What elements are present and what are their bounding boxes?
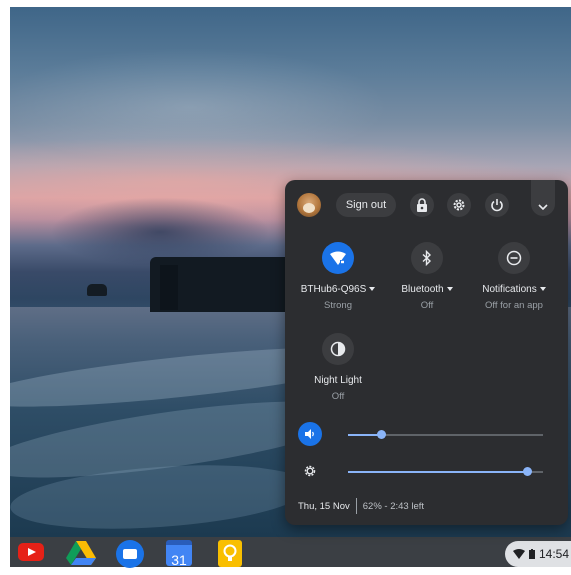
google-drive-icon[interactable]: [66, 540, 96, 566]
clock-time: 14:54: [539, 547, 570, 561]
calendar-icon[interactable]: 31: [166, 540, 192, 568]
network-label[interactable]: BTHub6-Q96S: [293, 284, 383, 295]
wifi-status-icon: [513, 549, 525, 559]
status-tray[interactable]: 14:54: [505, 541, 571, 567]
bluetooth-label[interactable]: Bluetooth: [382, 284, 472, 295]
bluetooth-toggle[interactable]: [411, 242, 443, 274]
notifications-toggle[interactable]: [498, 242, 530, 274]
brightness-slider-thumb[interactable]: [523, 467, 532, 476]
night-light-icon: [330, 341, 346, 357]
volume-slider-thumb[interactable]: [377, 430, 386, 439]
night-light-pod[interactable]: Night Light Off: [293, 333, 383, 402]
chevron-down-icon: [538, 204, 548, 210]
night-light-label: Night Light: [314, 375, 362, 386]
wallpaper-rock: [87, 284, 107, 296]
sign-out-button[interactable]: Sign out: [336, 193, 396, 217]
volume-mute-button[interactable]: [298, 422, 322, 446]
notifications-label[interactable]: Notifications: [469, 284, 559, 295]
network-pod[interactable]: BTHub6-Q96S Strong: [293, 242, 383, 311]
caret-down-icon: [446, 287, 453, 292]
youtube-icon[interactable]: [18, 543, 44, 561]
night-light-toggle[interactable]: [322, 333, 354, 365]
wallpaper-cliff-edge: [160, 265, 178, 310]
keep-icon[interactable]: [218, 540, 242, 567]
lock-button[interactable]: [410, 193, 434, 217]
avatar[interactable]: [297, 193, 321, 217]
settings-button[interactable]: [447, 193, 471, 217]
files-icon[interactable]: [116, 540, 144, 568]
panel-footer: Thu, 15 Nov 62% - 2:43 left: [298, 498, 424, 514]
volume-icon: [305, 429, 314, 439]
quick-settings-panel: Sign out BTHub6-Q96S Strong Bluetooth Of…: [285, 180, 568, 525]
calendar-day: 31: [171, 552, 187, 568]
network-toggle[interactable]: [322, 242, 354, 274]
caret-down-icon: [369, 287, 376, 292]
do-not-disturb-icon: [506, 250, 522, 266]
battery-status-icon: [529, 549, 535, 559]
collapse-button[interactable]: [531, 180, 555, 216]
bluetooth-status: Off: [420, 300, 434, 311]
bluetooth-icon: [422, 250, 432, 266]
bluetooth-pod[interactable]: Bluetooth Off: [382, 242, 472, 311]
wifi-icon: [330, 251, 346, 265]
power-icon: [491, 199, 503, 212]
brightness-icon: [304, 465, 316, 477]
night-light-status: Off: [331, 391, 345, 402]
power-button[interactable]: [485, 193, 509, 217]
battery-label: 62% - 2:43 left: [362, 500, 425, 512]
brightness-icon-container: [298, 459, 322, 483]
notifications-status: Off for an app: [485, 300, 543, 311]
settings-icon: [453, 199, 465, 211]
footer-divider: [355, 498, 357, 514]
caret-down-icon: [539, 287, 546, 292]
brightness-slider-fill: [348, 471, 527, 473]
network-status: Strong: [324, 300, 352, 311]
lock-icon: [417, 198, 427, 212]
date-label[interactable]: Thu, 15 Nov: [298, 501, 350, 512]
notifications-pod[interactable]: Notifications Off for an app: [469, 242, 559, 311]
